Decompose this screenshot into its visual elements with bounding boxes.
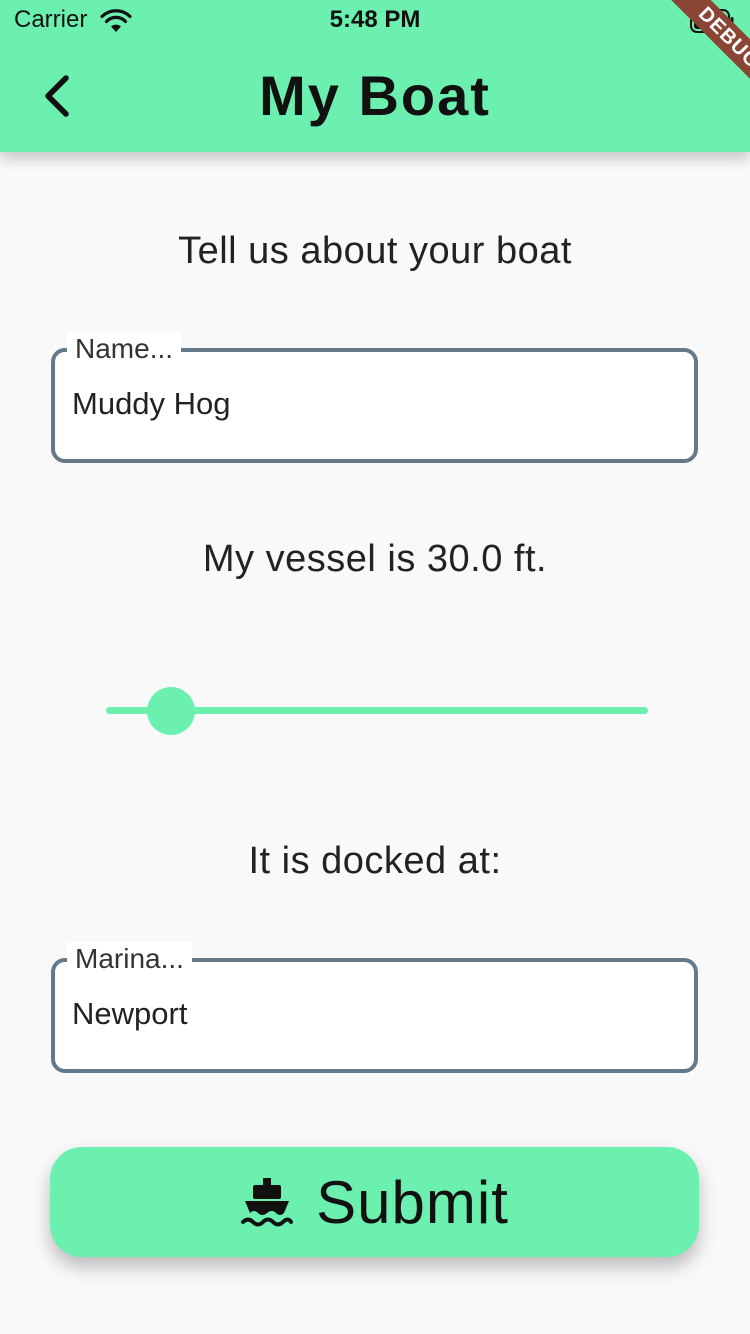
marina-field[interactable]: Marina... Newport (51, 942, 698, 1073)
submit-button[interactable]: Submit (50, 1147, 699, 1257)
status-bar: Carrier 5:48 PM (0, 0, 750, 40)
docked-at-text: It is docked at: (248, 840, 502, 882)
page-title: My Boat (259, 64, 491, 127)
intro-text: Tell us about your boat (178, 230, 572, 272)
ship-icon (241, 1178, 294, 1227)
name-field-label: Name... (67, 332, 182, 366)
vessel-length-text: My vessel is 30.0 ft. (202, 538, 548, 580)
marina-field-label: Marina... (67, 942, 192, 976)
app-bar: Carrier 5:48 PM My Boat (0, 0, 750, 152)
name-field[interactable]: Name... Muddy Hog (51, 332, 698, 463)
status-time: 5:48 PM (329, 6, 421, 33)
marina-input[interactable]: Newport (72, 996, 187, 1032)
vessel-length-slider[interactable] (106, 686, 648, 736)
slider-thumb[interactable] (147, 687, 196, 735)
debug-ribbon-label: DEBUG (666, 0, 750, 101)
submit-label: Submit (316, 1168, 509, 1236)
name-input[interactable]: Muddy Hog (72, 386, 231, 422)
debug-banner: DEBUG (640, 0, 750, 110)
